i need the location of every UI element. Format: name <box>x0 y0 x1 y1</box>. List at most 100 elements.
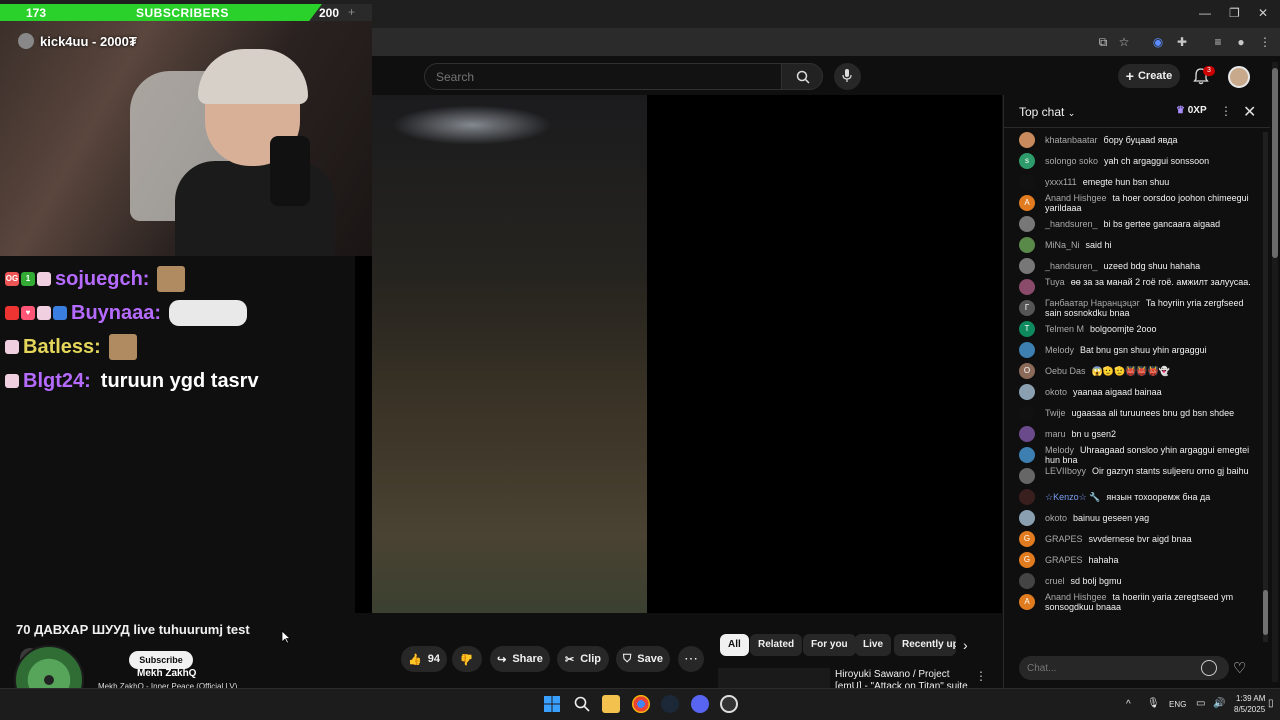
chat-author-name[interactable]: _handsuren_ <box>1045 219 1098 229</box>
more-actions-button[interactable]: ⋯ <box>678 646 704 672</box>
file-explorer-icon[interactable] <box>602 695 620 713</box>
extension-audio-icon[interactable]: ◉ <box>1150 34 1166 50</box>
chat-message[interactable]: yxxx111 emegte hun bsn shuu <box>1003 172 1261 193</box>
chat-author-name[interactable]: Tuya <box>1045 277 1065 287</box>
close-window-icon[interactable]: ✕ <box>1258 6 1268 20</box>
chat-author-avatar[interactable]: O <box>1019 363 1035 379</box>
chat-author-avatar[interactable] <box>1019 237 1035 253</box>
chip-recently-uploaded[interactable]: Recently up <box>894 634 956 656</box>
save-button[interactable]: ⛉ Save <box>616 646 670 672</box>
chat-author-avatar[interactable]: A <box>1019 594 1035 610</box>
chat-author-avatar[interactable] <box>1019 258 1035 274</box>
chat-message[interactable]: cruel sd bolj bgmu <box>1003 571 1261 592</box>
chat-scrollbar-track[interactable] <box>1263 132 1268 642</box>
chat-author-avatar[interactable]: A <box>1019 195 1035 211</box>
subscribe-button[interactable]: Subscribe <box>129 651 193 669</box>
chip-all[interactable]: All <box>720 634 749 656</box>
chat-message[interactable]: A Anand Hishgee ta hoer oorsdoo joohon chi… <box>1003 193 1261 214</box>
install-app-icon[interactable]: ⧉ <box>1095 34 1111 50</box>
chat-input-container[interactable] <box>1019 656 1229 680</box>
taskbar-search-icon[interactable] <box>574 696 590 712</box>
discord-icon[interactable] <box>691 695 709 713</box>
chip-scroll-right-icon[interactable]: › <box>963 637 968 653</box>
clock-time[interactable]: 1:39 AM <box>1236 694 1265 703</box>
chat-author-avatar[interactable] <box>1019 384 1035 400</box>
chat-author-avatar[interactable]: G <box>1019 552 1035 568</box>
chat-author-avatar[interactable] <box>1019 510 1035 526</box>
chat-input[interactable] <box>1019 656 1189 680</box>
steam-icon[interactable] <box>661 695 679 713</box>
windows-start-icon[interactable] <box>544 696 560 712</box>
account-avatar[interactable] <box>1228 66 1250 88</box>
maximize-icon[interactable]: ❐ <box>1229 6 1240 20</box>
chat-close-icon[interactable]: ✕ <box>1243 102 1256 122</box>
chat-message[interactable]: _handsuren_ uzeed bdg shuu hahaha <box>1003 256 1261 277</box>
chat-author-avatar[interactable] <box>1019 468 1035 484</box>
chip-related[interactable]: Related <box>750 634 803 656</box>
language-indicator[interactable]: ENG <box>1169 700 1186 709</box>
chat-author-name[interactable]: okoto <box>1045 513 1067 523</box>
chat-author-name[interactable]: ☆Kenzo☆ 🔧 <box>1045 492 1100 502</box>
chat-author-avatar[interactable] <box>1019 216 1035 232</box>
like-button[interactable]: 👍 94 <box>401 646 447 672</box>
chat-author-name[interactable]: GRAPES <box>1045 534 1083 544</box>
network-icon[interactable]: ▭ <box>1196 698 1205 709</box>
chat-author-name[interactable]: MiNa_Ni <box>1045 240 1080 250</box>
chat-author-name[interactable]: maru <box>1045 429 1066 439</box>
page-scrollbar-thumb[interactable] <box>1272 68 1278 258</box>
chat-author-avatar[interactable] <box>1019 447 1035 463</box>
chat-message[interactable]: maru bn u gsen2 <box>1003 424 1261 445</box>
chat-author-name[interactable]: _handsuren_ <box>1045 261 1098 271</box>
chat-message[interactable]: Tuya өө за за манай 2 гоё гоё. амжилт зал… <box>1003 277 1261 298</box>
chat-author-avatar[interactable] <box>1019 573 1035 589</box>
chat-author-name[interactable]: GRAPES <box>1045 555 1083 565</box>
chrome-icon[interactable] <box>632 695 650 713</box>
chat-message[interactable]: A Anand Hishgee ta hoeriin yaria zeregtsee… <box>1003 592 1261 613</box>
chat-author-name[interactable]: Melody <box>1045 445 1074 455</box>
app-icon[interactable] <box>720 695 738 713</box>
chat-message[interactable]: O Oebu Das 😱🫡🫡👹👹👹👻 <box>1003 361 1261 382</box>
chat-author-name[interactable]: LEVIIboyy <box>1045 466 1086 476</box>
recommended-video-title[interactable]: Hiroyuki Sawano / Project [emU] - "Attac… <box>835 669 975 689</box>
share-button[interactable]: ↪ Share <box>490 646 550 672</box>
notification-center-icon[interactable]: ▯ <box>1268 698 1274 709</box>
chat-author-name[interactable]: solongo soko <box>1045 156 1098 166</box>
chat-author-avatar[interactable] <box>1019 174 1035 190</box>
chat-message[interactable]: _handsuren_ bi bs gertee gancaara aigaad <box>1003 214 1261 235</box>
chip-for-you[interactable]: For you <box>803 634 856 656</box>
chat-author-avatar[interactable] <box>1019 342 1035 358</box>
chat-message[interactable]: G GRAPES svvdernese bvr aigd bnaa <box>1003 529 1261 550</box>
chat-author-name[interactable]: Anand Hishgee <box>1045 592 1107 602</box>
chat-scrollbar-thumb[interactable] <box>1263 590 1268 635</box>
chat-author-avatar[interactable] <box>1019 426 1035 442</box>
chat-message[interactable]: LEVIIboyy Oir gazryn stants suljeeru orno… <box>1003 466 1261 487</box>
chat-author-name[interactable]: yxxx111 <box>1045 177 1077 187</box>
chat-author-name[interactable]: Ганбаатар Наранцэцэг <box>1045 298 1140 308</box>
recommended-more-icon[interactable]: ⋮ <box>975 669 987 683</box>
chat-author-avatar[interactable]: Г <box>1019 300 1035 316</box>
mic-tray-icon[interactable]: 🎙 <box>1147 698 1160 709</box>
emoji-picker-icon[interactable] <box>1201 660 1217 676</box>
search-button[interactable] <box>781 63 823 90</box>
chat-author-avatar[interactable] <box>1019 132 1035 148</box>
chat-more-icon[interactable]: ⋮ <box>1220 104 1232 118</box>
chat-message[interactable]: MiNa_Ni said hi <box>1003 235 1261 256</box>
heart-reaction-icon[interactable]: ♡ <box>1233 659 1246 677</box>
chat-author-avatar[interactable] <box>1019 489 1035 505</box>
bookmark-star-icon[interactable]: ☆ <box>1116 34 1132 50</box>
chat-author-name[interactable]: Anand Hishgee <box>1045 193 1107 203</box>
chat-message[interactable]: Г Ганбаатар Наранцэцэг Ta hoyriin yria zer… <box>1003 298 1261 319</box>
chat-author-name[interactable]: khatanbaatar <box>1045 135 1098 145</box>
extensions-icon[interactable]: ✚ <box>1174 34 1190 50</box>
chat-author-avatar[interactable]: T <box>1019 321 1035 337</box>
dislike-button[interactable]: 👍 <box>452 646 482 672</box>
search-input[interactable] <box>425 64 781 89</box>
chat-message[interactable]: khatanbaatar бору буцааd явда <box>1003 130 1261 151</box>
volume-icon[interactable]: 🔊 <box>1213 698 1225 709</box>
media-control-icon[interactable]: ≡ <box>1210 34 1226 50</box>
chat-author-name[interactable]: Oebu Das <box>1045 366 1086 376</box>
chat-author-avatar[interactable]: s <box>1019 153 1035 169</box>
chat-message[interactable]: Melody Bat bnu gsn shuu yhin argaggui <box>1003 340 1261 361</box>
chat-author-name[interactable]: Twije <box>1045 408 1066 418</box>
chat-message[interactable]: G GRAPES hahaha <box>1003 550 1261 571</box>
